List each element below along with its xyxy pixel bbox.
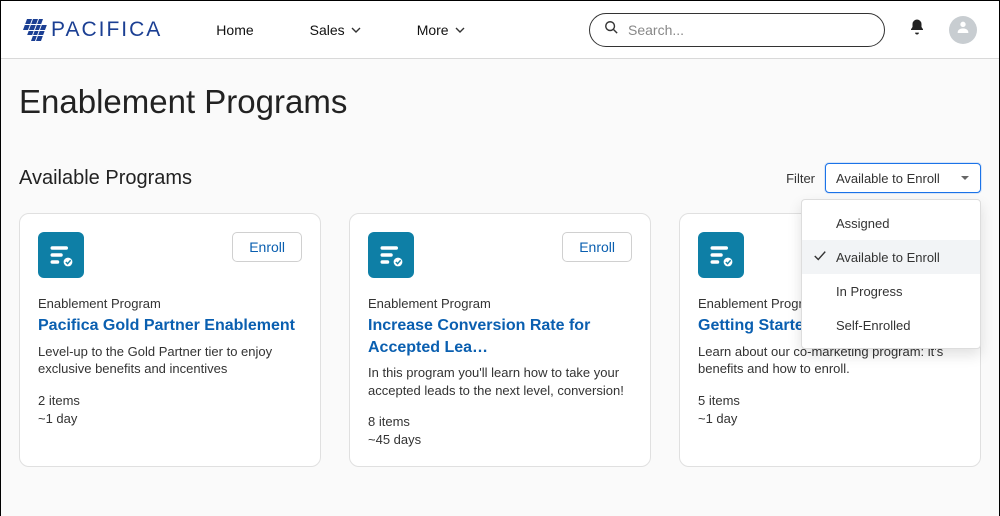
notifications-button[interactable]: [903, 16, 931, 44]
filter-option-label: In Progress: [836, 284, 902, 299]
filter-option-assigned[interactable]: Assigned: [802, 206, 980, 240]
program-items: 5 items: [698, 392, 962, 410]
nav-home[interactable]: Home: [216, 22, 253, 38]
filter-select[interactable]: Available to Enroll: [825, 163, 981, 193]
program-duration: ~1 day: [38, 410, 302, 428]
enroll-button[interactable]: Enroll: [232, 232, 302, 262]
program-duration: ~1 day: [698, 410, 962, 428]
program-category: Enablement Program: [38, 296, 302, 311]
program-duration: ~45 days: [368, 431, 632, 449]
caret-down-icon: [960, 171, 970, 186]
nav-more-label: More: [417, 22, 449, 38]
page-body: Enablement Programs Available Programs F…: [1, 59, 999, 516]
program-icon: [698, 232, 744, 278]
search-icon: [604, 20, 618, 39]
program-items: 2 items: [38, 392, 302, 410]
program-title-link[interactable]: Increase Conversion Rate for Accepted Le…: [368, 315, 632, 358]
global-search[interactable]: [589, 13, 885, 47]
nav-home-label: Home: [216, 22, 253, 38]
filter-selected-value: Available to Enroll: [836, 171, 940, 186]
program-category: Enablement Program: [368, 296, 632, 311]
filter-dropdown: Assigned Available to Enroll In Progress…: [801, 199, 981, 349]
filter-option-inprogress[interactable]: In Progress: [802, 274, 980, 308]
program-card: Enroll Enablement Program Pacifica Gold …: [19, 213, 321, 467]
section-title: Available Programs: [19, 167, 192, 190]
page-title: Enablement Programs: [19, 83, 981, 121]
filter-label: Filter: [786, 171, 815, 186]
top-navbar: PACIFICA Home Sales More: [1, 1, 999, 59]
program-description: Level-up to the Gold Partner tier to enj…: [38, 343, 302, 378]
filter-option-label: Self-Enrolled: [836, 318, 910, 333]
nav-sales[interactable]: Sales: [310, 22, 361, 38]
nav-more[interactable]: More: [417, 22, 465, 38]
filter-control: Filter Available to Enroll Assigned Avai…: [786, 163, 981, 193]
chevron-down-icon: [455, 25, 465, 35]
nav-sales-label: Sales: [310, 22, 345, 38]
program-title-link[interactable]: Pacifica Gold Partner Enablement: [38, 315, 302, 337]
program-items: 8 items: [368, 413, 632, 431]
program-description: In this program you'll learn how to take…: [368, 364, 632, 399]
enroll-button[interactable]: Enroll: [562, 232, 632, 262]
brand-logo[interactable]: PACIFICA: [23, 18, 162, 42]
filter-option-selfenrolled[interactable]: Self-Enrolled: [802, 308, 980, 342]
filter-option-label: Available to Enroll: [836, 250, 940, 265]
user-avatar[interactable]: [949, 16, 977, 44]
program-icon: [38, 232, 84, 278]
filter-option-label: Assigned: [836, 216, 889, 231]
person-icon: [955, 19, 971, 40]
program-icon: [368, 232, 414, 278]
section-header-row: Available Programs Filter Available to E…: [19, 163, 981, 193]
brand-mark-icon: [19, 19, 49, 41]
filter-option-available[interactable]: Available to Enroll: [802, 240, 980, 274]
bell-icon: [908, 18, 926, 41]
program-card: Enroll Enablement Program Increase Conve…: [349, 213, 651, 467]
chevron-down-icon: [351, 25, 361, 35]
primary-nav: Home Sales More: [216, 22, 464, 38]
check-icon: [813, 249, 827, 266]
search-input[interactable]: [628, 22, 870, 38]
brand-name: PACIFICA: [51, 18, 162, 42]
